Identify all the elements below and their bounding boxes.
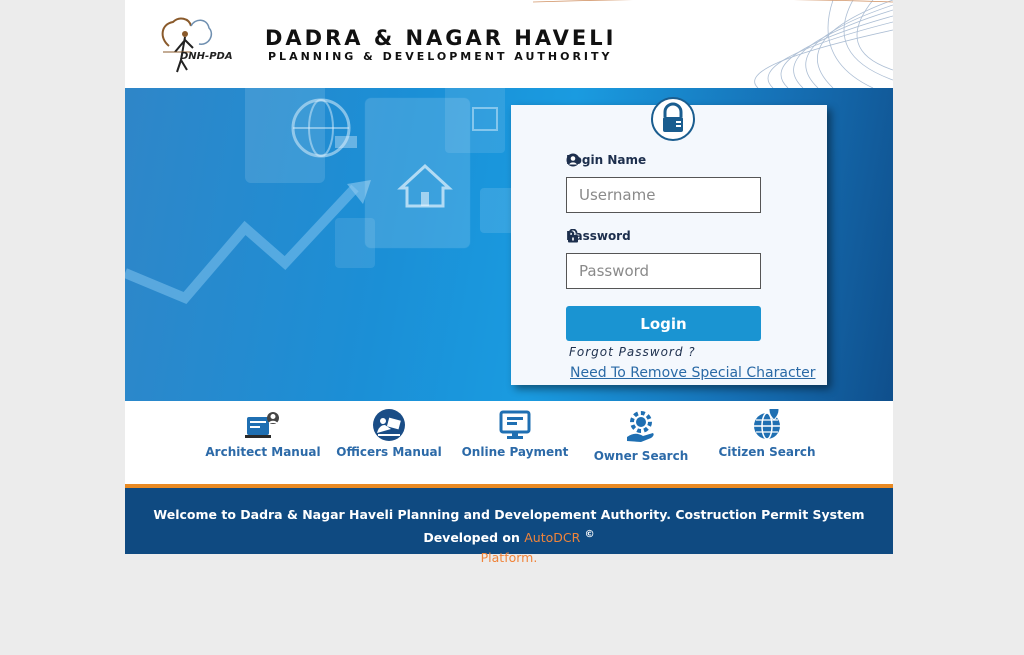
remove-special-character-link[interactable]: Need To Remove Special Character bbox=[570, 365, 816, 381]
officers-manual-link[interactable]: Officers Manual bbox=[326, 409, 452, 459]
unlock-icon bbox=[568, 229, 578, 243]
forgot-password-link[interactable]: Forgot Password ? bbox=[569, 345, 696, 359]
platform-link[interactable]: Platform. bbox=[481, 550, 538, 565]
lock-icon bbox=[651, 97, 695, 141]
user-icon bbox=[566, 153, 580, 167]
logo-text: DNH-PDA bbox=[180, 51, 233, 62]
online-payment-icon bbox=[499, 410, 531, 439]
username-input[interactable] bbox=[566, 177, 761, 213]
citizen-search-label: Citizen Search bbox=[718, 445, 816, 459]
autodcr-link[interactable]: AutoDCR bbox=[524, 530, 580, 545]
online-payment-label: Online Payment bbox=[461, 445, 569, 459]
dnh-pda-logo bbox=[161, 17, 213, 73]
login-banner: Login Name Password Login Forgot Passwor… bbox=[125, 88, 893, 401]
quick-links: Architect Manual Officers Manual Online … bbox=[125, 401, 893, 484]
login-card: Login Name Password Login Forgot Passwor… bbox=[511, 97, 827, 385]
organization-title: DADRA & NAGAR HAVELI bbox=[265, 26, 617, 50]
login-button[interactable]: Login bbox=[566, 306, 761, 341]
architect-manual-label: Architect Manual bbox=[205, 445, 321, 459]
password-label: Password bbox=[566, 229, 631, 243]
username-label: Login Name bbox=[566, 153, 646, 167]
owner-search-icon bbox=[627, 411, 654, 442]
citizen-search-link[interactable]: Citizen Search bbox=[704, 409, 830, 459]
password-input[interactable] bbox=[566, 253, 761, 289]
citizen-search-icon bbox=[754, 409, 780, 440]
welcome-message: Welcome to Dadra & Nagar Haveli Planning… bbox=[153, 507, 865, 546]
officers-manual-icon bbox=[373, 409, 405, 441]
site-header: DNH-PDA DADRA & NAGAR HAVELI PLANNING & … bbox=[125, 0, 893, 88]
architect-manual-link[interactable]: Architect Manual bbox=[200, 409, 326, 459]
organization-subtitle: PLANNING & DEVELOPMENT AUTHORITY bbox=[268, 50, 613, 63]
officers-manual-label: Officers Manual bbox=[336, 445, 442, 459]
owner-search-link[interactable]: Owner Search bbox=[578, 409, 704, 463]
architect-manual-icon bbox=[245, 412, 279, 438]
owner-search-label: Owner Search bbox=[593, 449, 689, 463]
copyright-symbol: © bbox=[584, 529, 595, 540]
page-frame: DNH-PDA DADRA & NAGAR HAVELI PLANNING & … bbox=[125, 0, 893, 565]
online-payment-link[interactable]: Online Payment bbox=[452, 409, 578, 459]
site-footer: Welcome to Dadra & Nagar Haveli Planning… bbox=[125, 484, 893, 565]
footer-text: Welcome to Dadra & Nagar Haveli Planning… bbox=[135, 505, 883, 568]
